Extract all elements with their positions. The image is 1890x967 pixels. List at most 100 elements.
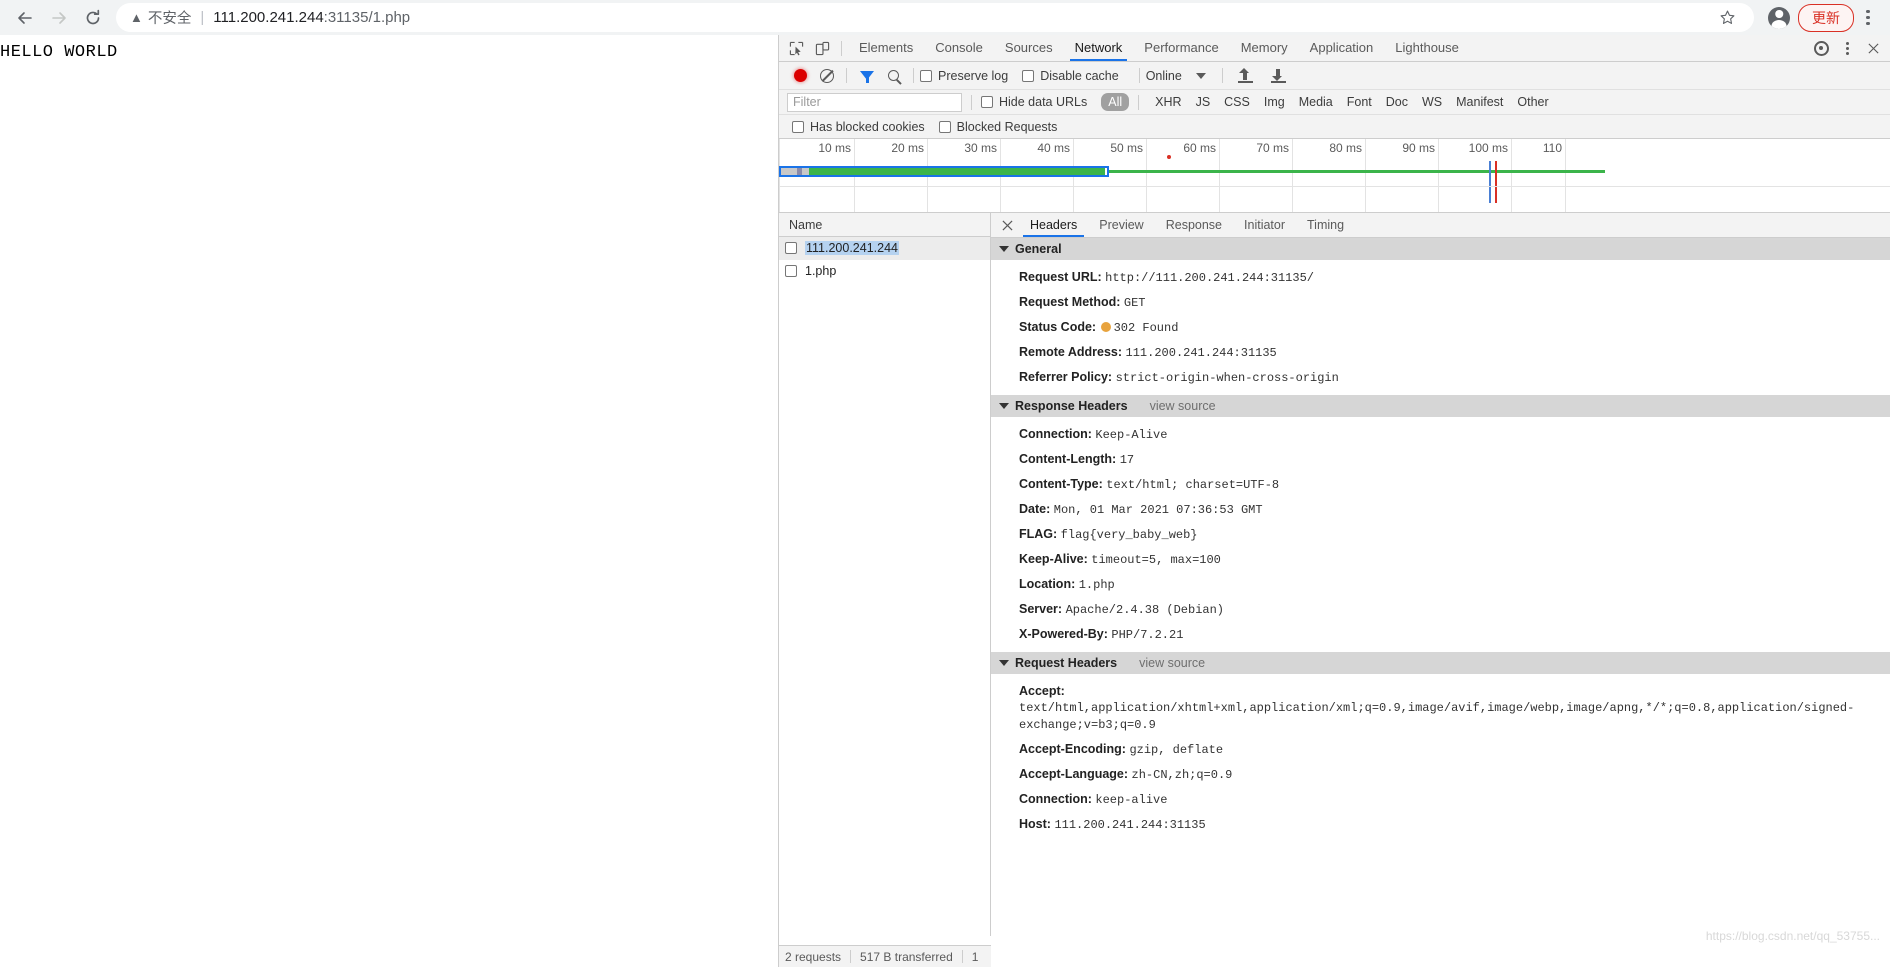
header-value: 111.200.241.244:31135 — [1054, 818, 1206, 832]
forward-button[interactable] — [42, 1, 76, 35]
bookmark-star-icon[interactable] — [1714, 5, 1740, 31]
headers-content: General Request URL: http://111.200.241.… — [991, 238, 1890, 936]
header-key: Server: — [1019, 602, 1063, 616]
filter-input[interactable] — [787, 92, 962, 112]
network-overview-timeline[interactable]: 10 ms 20 ms 30 ms 40 ms 50 ms 60 ms 70 m… — [779, 139, 1890, 213]
disable-cache-checkbox[interactable]: Disable cache — [1022, 69, 1119, 83]
export-har-button[interactable] — [1270, 68, 1286, 83]
detail-tab-preview[interactable]: Preview — [1088, 213, 1154, 237]
resource-type-css[interactable]: CSS — [1217, 93, 1257, 111]
row-checkbox[interactable] — [785, 242, 797, 254]
header-row-flag: FLAG: flag{very_baby_web} — [991, 522, 1890, 547]
header-value: Keep-Alive — [1095, 428, 1168, 442]
reload-icon — [86, 9, 100, 24]
import-har-button[interactable] — [1237, 68, 1253, 83]
network-filter-row-2: Has blocked cookies Blocked Requests — [779, 115, 1890, 139]
close-detail-button[interactable] — [995, 213, 1019, 237]
request-name: 1.php — [805, 264, 837, 278]
tab-elements[interactable]: Elements — [848, 35, 924, 61]
section-header-request-headers[interactable]: Request Headers view source — [991, 652, 1890, 674]
network-status-bar: 2 requests 517 B transferred 1 — [779, 945, 991, 967]
header-value: keep-alive — [1095, 793, 1168, 807]
resource-type-js[interactable]: JS — [1189, 93, 1218, 111]
tab-lighthouse[interactable]: Lighthouse — [1384, 35, 1470, 61]
header-row: Server: Apache/2.4.38 (Debian) — [991, 597, 1890, 622]
reload-button[interactable] — [76, 1, 110, 35]
resource-type-ws[interactable]: WS — [1415, 93, 1449, 111]
resource-type-xhr[interactable]: XHR — [1148, 93, 1188, 111]
header-key: Content-Length: — [1019, 452, 1117, 466]
detail-tab-response[interactable]: Response — [1155, 213, 1233, 237]
preserve-log-checkbox[interactable]: Preserve log — [920, 69, 1008, 83]
row-checkbox[interactable] — [785, 265, 797, 277]
tab-memory[interactable]: Memory — [1230, 35, 1299, 61]
header-value: timeout=5, max=100 — [1091, 553, 1221, 567]
detail-tab-headers[interactable]: Headers — [1019, 213, 1088, 237]
resource-type-other[interactable]: Other — [1510, 93, 1555, 111]
clear-button[interactable] — [820, 68, 834, 83]
triangle-down-icon — [999, 660, 1009, 666]
checkbox-box — [920, 69, 932, 82]
blocked-requests-checkbox[interactable]: Blocked Requests — [938, 120, 1057, 134]
record-button[interactable] — [794, 69, 807, 82]
checkbox-box — [1022, 69, 1035, 82]
more-vertical-icon — [1866, 9, 1870, 14]
detail-tab-initiator[interactable]: Initiator — [1233, 213, 1296, 237]
section-header-response-headers[interactable]: Response Headers view source — [991, 395, 1890, 417]
header-key: Date: — [1019, 502, 1051, 516]
tab-performance[interactable]: Performance — [1133, 35, 1229, 61]
update-button[interactable]: 更新 — [1798, 3, 1854, 32]
header-row: Request URL: http://111.200.241.244:3113… — [991, 265, 1890, 290]
address-bar[interactable]: ▲ 不安全 | 111.200.241.244:31135/1.php — [116, 3, 1754, 32]
chevron-down-icon[interactable] — [1195, 72, 1206, 79]
section-title: Request Headers — [1015, 656, 1118, 670]
tab-application[interactable]: Application — [1299, 35, 1385, 61]
status-extra: 1 — [971, 949, 979, 964]
resource-type-font[interactable]: Font — [1340, 93, 1379, 111]
devtools-more-button[interactable] — [1834, 36, 1860, 60]
header-row: Date: Mon, 01 Mar 2021 07:36:53 GMT — [991, 497, 1890, 522]
resource-type-img[interactable]: Img — [1257, 93, 1292, 111]
header-row: Content-Type: text/html; charset=UTF-8 — [991, 472, 1890, 497]
tab-network[interactable]: Network — [1064, 35, 1134, 61]
devtools-dock-button[interactable] — [1860, 36, 1886, 60]
hide-data-urls-checkbox[interactable]: Hide data URLs — [981, 95, 1087, 109]
inspect-element-button[interactable] — [783, 36, 809, 60]
resource-type-manifest[interactable]: Manifest — [1449, 93, 1510, 111]
header-key: Referrer Policy: — [1019, 370, 1113, 384]
disable-cache-label: Disable cache — [1040, 68, 1119, 83]
toggle-device-toolbar-button[interactable] — [809, 36, 835, 60]
detail-tab-timing[interactable]: Timing — [1296, 213, 1355, 237]
avatar-icon — [1768, 6, 1790, 29]
header-key: Keep-Alive: — [1019, 552, 1088, 566]
url-host: 111.200.241.244 — [213, 9, 324, 26]
request-list-header[interactable]: Name — [779, 213, 990, 237]
throttle-select-value[interactable]: Online — [1146, 69, 1182, 83]
detail-tabbar: Headers Preview Response Initiator Timin… — [991, 213, 1890, 238]
header-row: Accept-Language: zh-CN,zh;q=0.9 — [991, 762, 1890, 787]
resource-type-all[interactable]: All — [1101, 93, 1130, 111]
url-path: :31135/1.php — [323, 9, 411, 26]
table-row[interactable]: 1.php — [779, 260, 990, 283]
overview-selection-window[interactable] — [779, 166, 1109, 177]
security-indicator[interactable]: ▲ 不安全 — [130, 7, 191, 28]
search-button[interactable] — [888, 70, 899, 81]
tab-sources[interactable]: Sources — [994, 35, 1064, 61]
has-blocked-cookies-checkbox[interactable]: Has blocked cookies — [792, 120, 925, 134]
section-header-general[interactable]: General — [991, 238, 1890, 260]
table-row[interactable]: 111.200.241.244 — [779, 237, 990, 260]
tab-console[interactable]: Console — [924, 35, 994, 61]
devtools-settings-button[interactable] — [1808, 36, 1834, 60]
view-source-link[interactable]: view source — [1150, 399, 1216, 413]
header-value: flag{very_baby_web} — [1060, 528, 1198, 542]
browser-menu-button[interactable] — [1854, 9, 1882, 26]
profile-button[interactable] — [1762, 1, 1796, 35]
filter-toggle-button[interactable] — [860, 71, 874, 83]
view-source-link[interactable]: view source — [1139, 656, 1205, 670]
header-value: Apache/2.4.38 (Debian) — [1065, 603, 1225, 617]
header-row: Connection: Keep-Alive — [991, 422, 1890, 447]
back-button[interactable] — [8, 1, 42, 35]
header-key: Remote Address: — [1019, 345, 1123, 359]
resource-type-media[interactable]: Media — [1292, 93, 1340, 111]
resource-type-doc[interactable]: Doc — [1379, 93, 1415, 111]
